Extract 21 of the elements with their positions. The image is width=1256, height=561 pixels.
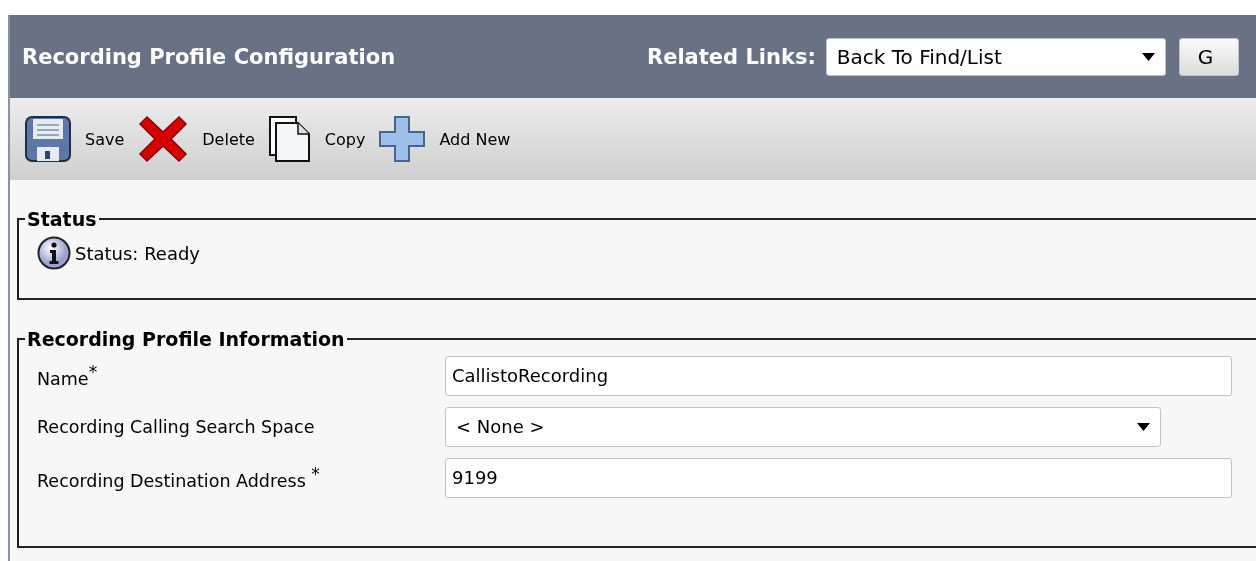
section-title: Recording Profile Information bbox=[26, 328, 346, 350]
documents-icon bbox=[268, 116, 311, 162]
plus-icon bbox=[379, 116, 426, 162]
copy-button[interactable]: Copy bbox=[268, 116, 366, 162]
delete-button[interactable]: Delete bbox=[138, 115, 255, 163]
field-label: Recording Calling Search Space bbox=[37, 416, 316, 437]
caret-icon bbox=[1141, 52, 1155, 61]
related-links-dropdown[interactable]: Back To Find/List bbox=[825, 37, 1166, 76]
add-button[interactable]: Add New bbox=[379, 116, 511, 162]
x-mark-icon bbox=[138, 115, 189, 163]
dropdown-field[interactable]: < None > bbox=[445, 406, 1161, 447]
status-message: Status: Ready bbox=[75, 242, 201, 264]
related-links-label: Related Links: bbox=[647, 44, 816, 69]
input-field[interactable]: 9199 bbox=[445, 457, 1232, 498]
save-button[interactable]: Save bbox=[25, 116, 125, 162]
section-title: Status bbox=[26, 208, 98, 230]
go-button[interactable]: G bbox=[1178, 37, 1239, 76]
info-icon bbox=[37, 236, 71, 270]
caret-icon bbox=[1137, 422, 1150, 431]
input-field[interactable]: CallistoRecording bbox=[445, 355, 1232, 396]
page-title: Recording Profile Configuration bbox=[22, 44, 397, 69]
